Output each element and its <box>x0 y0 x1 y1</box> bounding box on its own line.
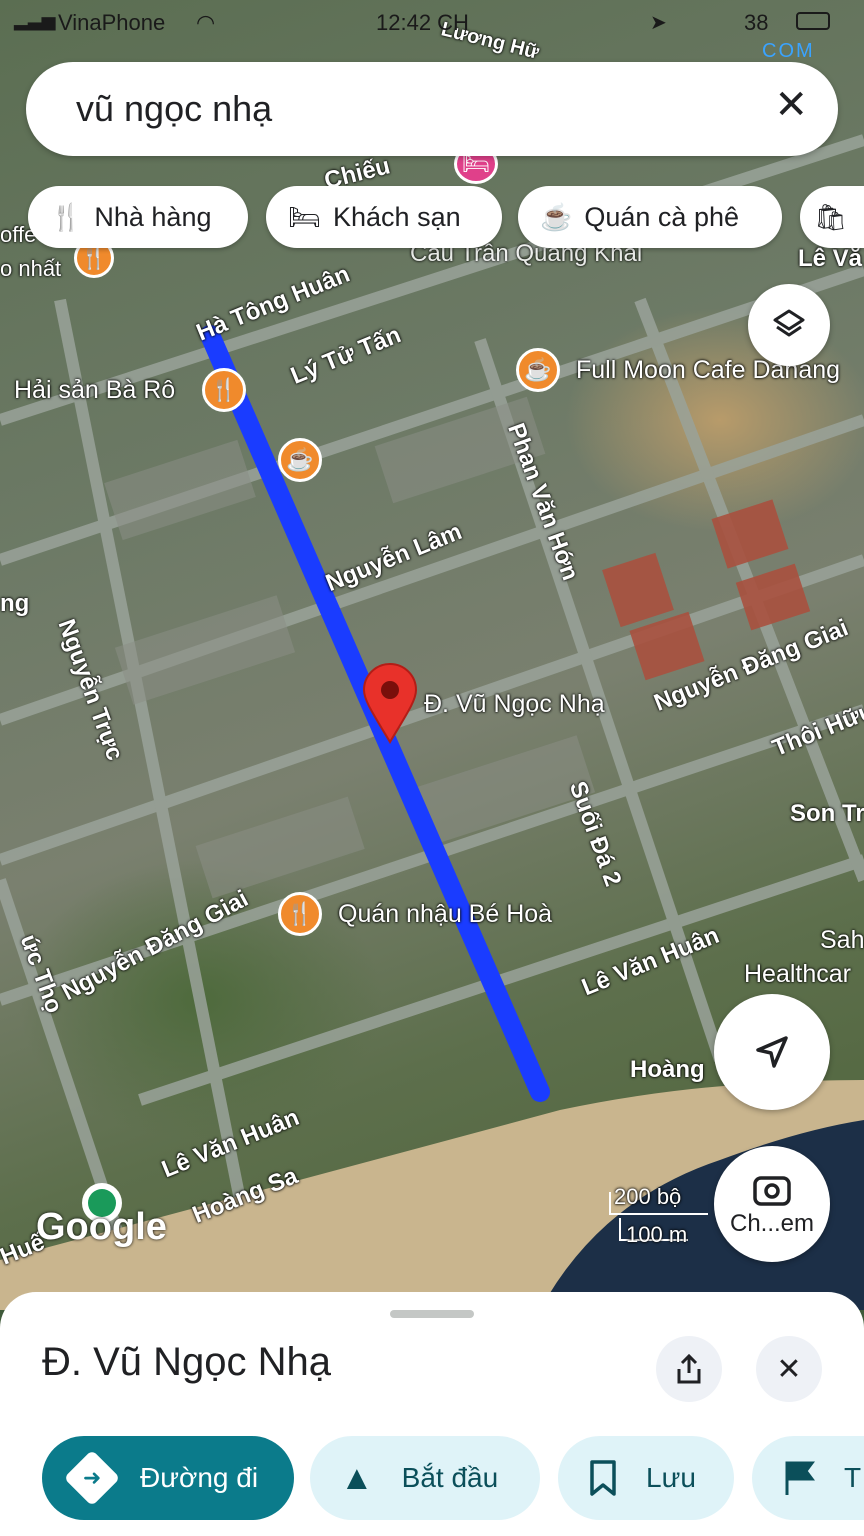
chip-restaurants[interactable]: 🍴 Nhà hàng <box>28 186 248 248</box>
shopping-icon: 🛍 <box>814 201 848 232</box>
directions-button[interactable]: ➜ Đường đi <box>42 1436 294 1520</box>
flag-icon <box>785 1461 815 1495</box>
sheet-handle[interactable] <box>390 1310 474 1318</box>
cafe-icon[interactable]: ☕ <box>516 348 560 392</box>
signal-icon: ▂▃▅ <box>14 10 56 30</box>
hotel-icon: 🛏 <box>288 201 322 232</box>
watermark: COM <box>762 40 815 62</box>
restaurant-icon: 🍴 <box>50 201 83 232</box>
wifi-icon: ◠ <box>196 10 216 35</box>
status-bar: ▂▃▅ VinaPhone ◠ 12:42 CH ➤ 38 <box>0 4 864 40</box>
restaurant-icon[interactable]: 🍴 <box>278 892 322 936</box>
directions-icon: ➜ <box>63 1449 121 1507</box>
location-arrow-icon: ➤ <box>650 12 667 34</box>
street-label: Hoàng <box>630 1056 705 1083</box>
cafe-icon: ☕ <box>540 201 573 232</box>
clock: 12:42 CH <box>376 10 469 35</box>
clear-search-icon[interactable]: ✕ <box>774 82 808 128</box>
chip-label: Nhà hàng <box>94 201 212 232</box>
street-label: Son Tr <box>790 800 864 827</box>
share-icon <box>677 1353 701 1384</box>
start-button[interactable]: ▲ Bắt đầu <box>310 1436 540 1520</box>
pin-label[interactable]: Đ. Vũ Ngọc Nhạ <box>424 690 605 719</box>
street-label: Lê Vă <box>798 245 863 272</box>
scale-top-label: 200 bộ <box>614 1184 682 1209</box>
poi-label: o nhất <box>0 256 62 281</box>
chip-shopping[interactable]: 🛍 <box>800 186 864 248</box>
search-bar[interactable]: vũ ngọc nhạ ✕ <box>26 62 838 156</box>
flag-label: T <box>844 1462 862 1493</box>
poi-label-healthcare[interactable]: Healthcar <box>744 960 851 989</box>
street-label: ng <box>0 590 30 617</box>
chip-hotels[interactable]: 🛏 Khách sạn <box>266 186 502 248</box>
layers-icon <box>773 309 805 337</box>
navigation-icon: ▲ <box>340 1458 374 1497</box>
layers-button[interactable] <box>748 284 830 366</box>
search-query[interactable]: vũ ngọc nhạ <box>76 88 272 130</box>
chip-label: Quán cà phê <box>584 201 739 232</box>
cafe-icon[interactable]: ☕ <box>278 438 322 482</box>
directions-label: Đường đi <box>140 1462 259 1493</box>
start-label: Bắt đầu <box>401 1462 499 1493</box>
camera-button[interactable]: Ch...em <box>714 1146 830 1262</box>
restaurant-icon[interactable]: 🍴 <box>202 368 246 412</box>
poi-label-hai-san[interactable]: Hải sản Bà Rô <box>14 376 175 405</box>
battery-icon <box>796 12 830 30</box>
battery-percent: 38 <box>744 10 769 35</box>
save-label: Lưu <box>646 1462 696 1493</box>
close-icon: ✕ <box>776 1352 802 1386</box>
place-title: Đ. Vũ Ngọc Nhạ <box>42 1340 332 1384</box>
bottom-sheet[interactable]: Đ. Vũ Ngọc Nhạ ✕ ➜ Đường đi ▲ Bắt đầu Lư… <box>0 1292 864 1536</box>
navigation-arrow-icon <box>756 1036 788 1068</box>
chip-label: Khách sạn <box>333 201 461 232</box>
bookmark-icon <box>590 1460 616 1496</box>
share-button[interactable] <box>656 1336 722 1402</box>
poi-label-sah[interactable]: Sah <box>820 926 864 955</box>
close-button[interactable]: ✕ <box>756 1336 822 1402</box>
carrier-label: VinaPhone <box>58 10 166 35</box>
google-logo: Google <box>36 1206 167 1248</box>
poi-label-quan-nhau[interactable]: Quán nhậu Bé Hoà <box>338 900 552 929</box>
chip-cafes[interactable]: ☕ Quán cà phê <box>518 186 782 248</box>
camera-label: Ch...em <box>729 1210 815 1237</box>
my-location-button[interactable] <box>714 994 830 1110</box>
flag-button[interactable]: T <box>752 1436 864 1520</box>
camera-icon <box>753 1176 791 1206</box>
scale-bottom-label: 100 m <box>626 1222 688 1247</box>
save-button[interactable]: Lưu <box>558 1436 734 1520</box>
